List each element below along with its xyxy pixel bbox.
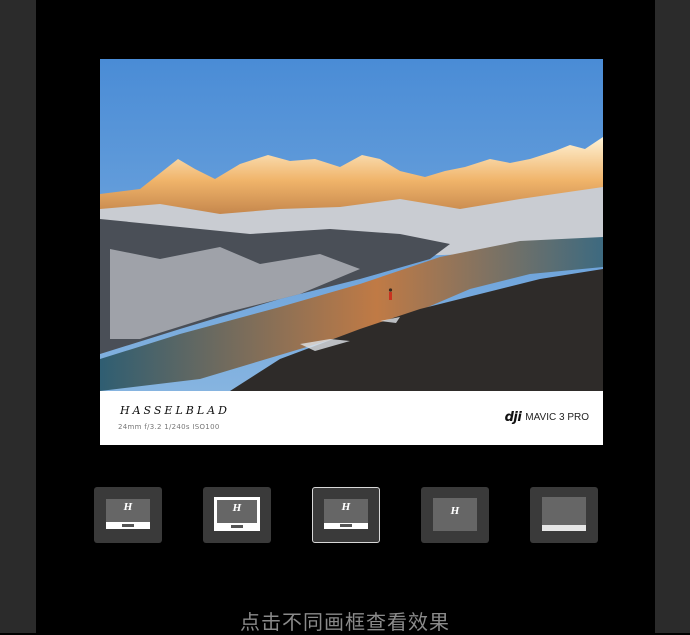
frame-5-preview: [542, 497, 586, 525]
frame-option-3[interactable]: H: [312, 487, 380, 543]
frame-5-caption-strip: [542, 525, 586, 531]
frame-option-4[interactable]: H: [421, 487, 489, 543]
frame-4-glyph: H: [450, 507, 460, 517]
frame-option-2[interactable]: H: [203, 487, 271, 543]
frame-hint-text: 点击不同画框查看效果: [240, 610, 450, 634]
exif-specs: 24mm f/3.2 1/240s ISO100: [118, 423, 220, 431]
frame-2-glyph: H: [232, 504, 242, 514]
dji-logo: dji: [504, 410, 522, 425]
brand-wordmark: HASSELBLAD: [120, 404, 230, 417]
frame-option-5[interactable]: [530, 487, 598, 543]
frame-3-glyph: H: [341, 503, 351, 513]
frame-2-bar: [231, 525, 243, 528]
right-sidebar-strip: [655, 0, 690, 633]
photo-caption-bar: HASSELBLAD 24mm f/3.2 1/240s ISO100 dji …: [100, 391, 603, 445]
frame-1-bar: [122, 524, 134, 527]
frame-3-bar: [340, 524, 352, 527]
frame-1-glyph: H: [123, 503, 133, 513]
left-sidebar-strip: [0, 0, 36, 633]
framed-photo-card: HASSELBLAD 24mm f/3.2 1/240s ISO100 dji …: [100, 59, 603, 445]
camera-model: MAVIC 3 PRO: [525, 412, 589, 423]
frame-option-1[interactable]: H: [94, 487, 162, 543]
landscape-photo: [100, 59, 603, 391]
camera-badge: dji MAVIC 3 PRO: [505, 410, 589, 425]
